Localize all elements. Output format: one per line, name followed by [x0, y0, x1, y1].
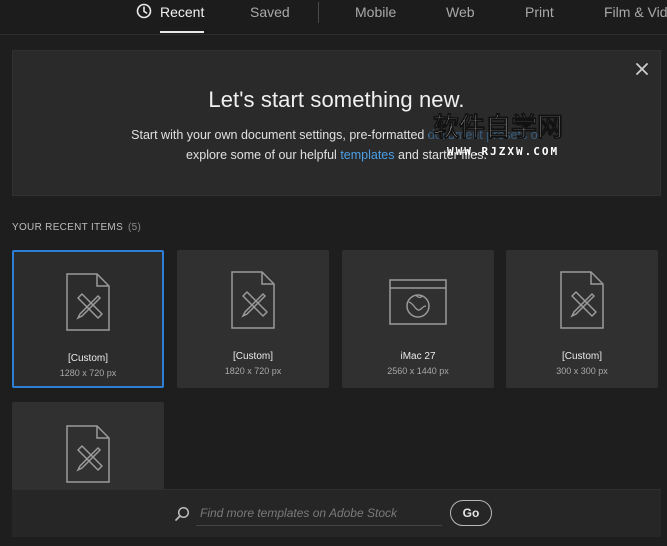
tab-saved[interactable]: Saved [250, 4, 290, 28]
welcome-title: Let's start something new. [208, 87, 465, 112]
recent-item-card[interactable]: [Custom] 1280 x 720 px [12, 250, 164, 388]
recent-item-name: [Custom] [232, 351, 273, 362]
tab-web[interactable]: Web [446, 4, 475, 28]
presets-link[interactable]: document presets or [428, 128, 542, 142]
tab-recent[interactable]: Recent [160, 4, 205, 33]
recent-item-name: [Custom] [67, 353, 108, 364]
document-icon [66, 273, 110, 331]
document-icon [66, 425, 110, 483]
recent-item-card[interactable]: iMac 27 2560 x 1440 px [342, 250, 494, 388]
tab-recent-label: Recent [160, 4, 205, 20]
recent-item-size: 2560 x 1440 px [387, 366, 449, 376]
go-button[interactable]: Go [450, 500, 492, 526]
recent-items-title: YOUR RECENT ITEMS [12, 222, 124, 233]
web-browser-icon [389, 279, 447, 325]
templates-link[interactable]: templates [340, 148, 394, 162]
recent-item-name: iMac 27 [400, 351, 436, 362]
adobe-stock-search-input[interactable] [196, 500, 442, 526]
clock-icon [136, 3, 152, 19]
welcome-description: Start with your own document settings, p… [13, 125, 660, 165]
recent-items-heading: YOUR RECENT ITEMS (5) [12, 222, 141, 233]
description-line1: Start with your own document settings, p… [131, 128, 425, 142]
recent-items-count: (5) [128, 222, 142, 233]
recent-item-card[interactable] [12, 402, 164, 490]
recent-item-size: 300 x 300 px [556, 366, 608, 376]
recent-item-size: 1280 x 720 px [59, 368, 117, 378]
recent-item-size: 1820 x 720 px [224, 366, 282, 376]
tab-separator [318, 2, 319, 23]
tab-bar: Recent Saved Mobile Web Print Film & Vid… [0, 0, 667, 35]
search-icon [175, 506, 190, 521]
recent-item-card[interactable]: [Custom] 1820 x 720 px [177, 250, 329, 388]
welcome-panel: Let's start something new. Start with yo… [12, 50, 661, 196]
tab-film-video[interactable]: Film & Vide [604, 4, 667, 28]
document-icon [560, 271, 604, 329]
description-line2-end: and starter files. [398, 148, 487, 162]
template-search-bar: Go [12, 489, 661, 537]
document-icon [231, 271, 275, 329]
recent-item-card[interactable]: [Custom] 300 x 300 px [506, 250, 658, 388]
recent-item-name: [Custom] [561, 351, 602, 362]
tab-print[interactable]: Print [525, 4, 554, 28]
tab-mobile[interactable]: Mobile [355, 4, 396, 28]
description-line2: explore some of our helpful [186, 148, 337, 162]
close-icon[interactable] [634, 61, 650, 77]
active-tab-underline [160, 31, 205, 33]
